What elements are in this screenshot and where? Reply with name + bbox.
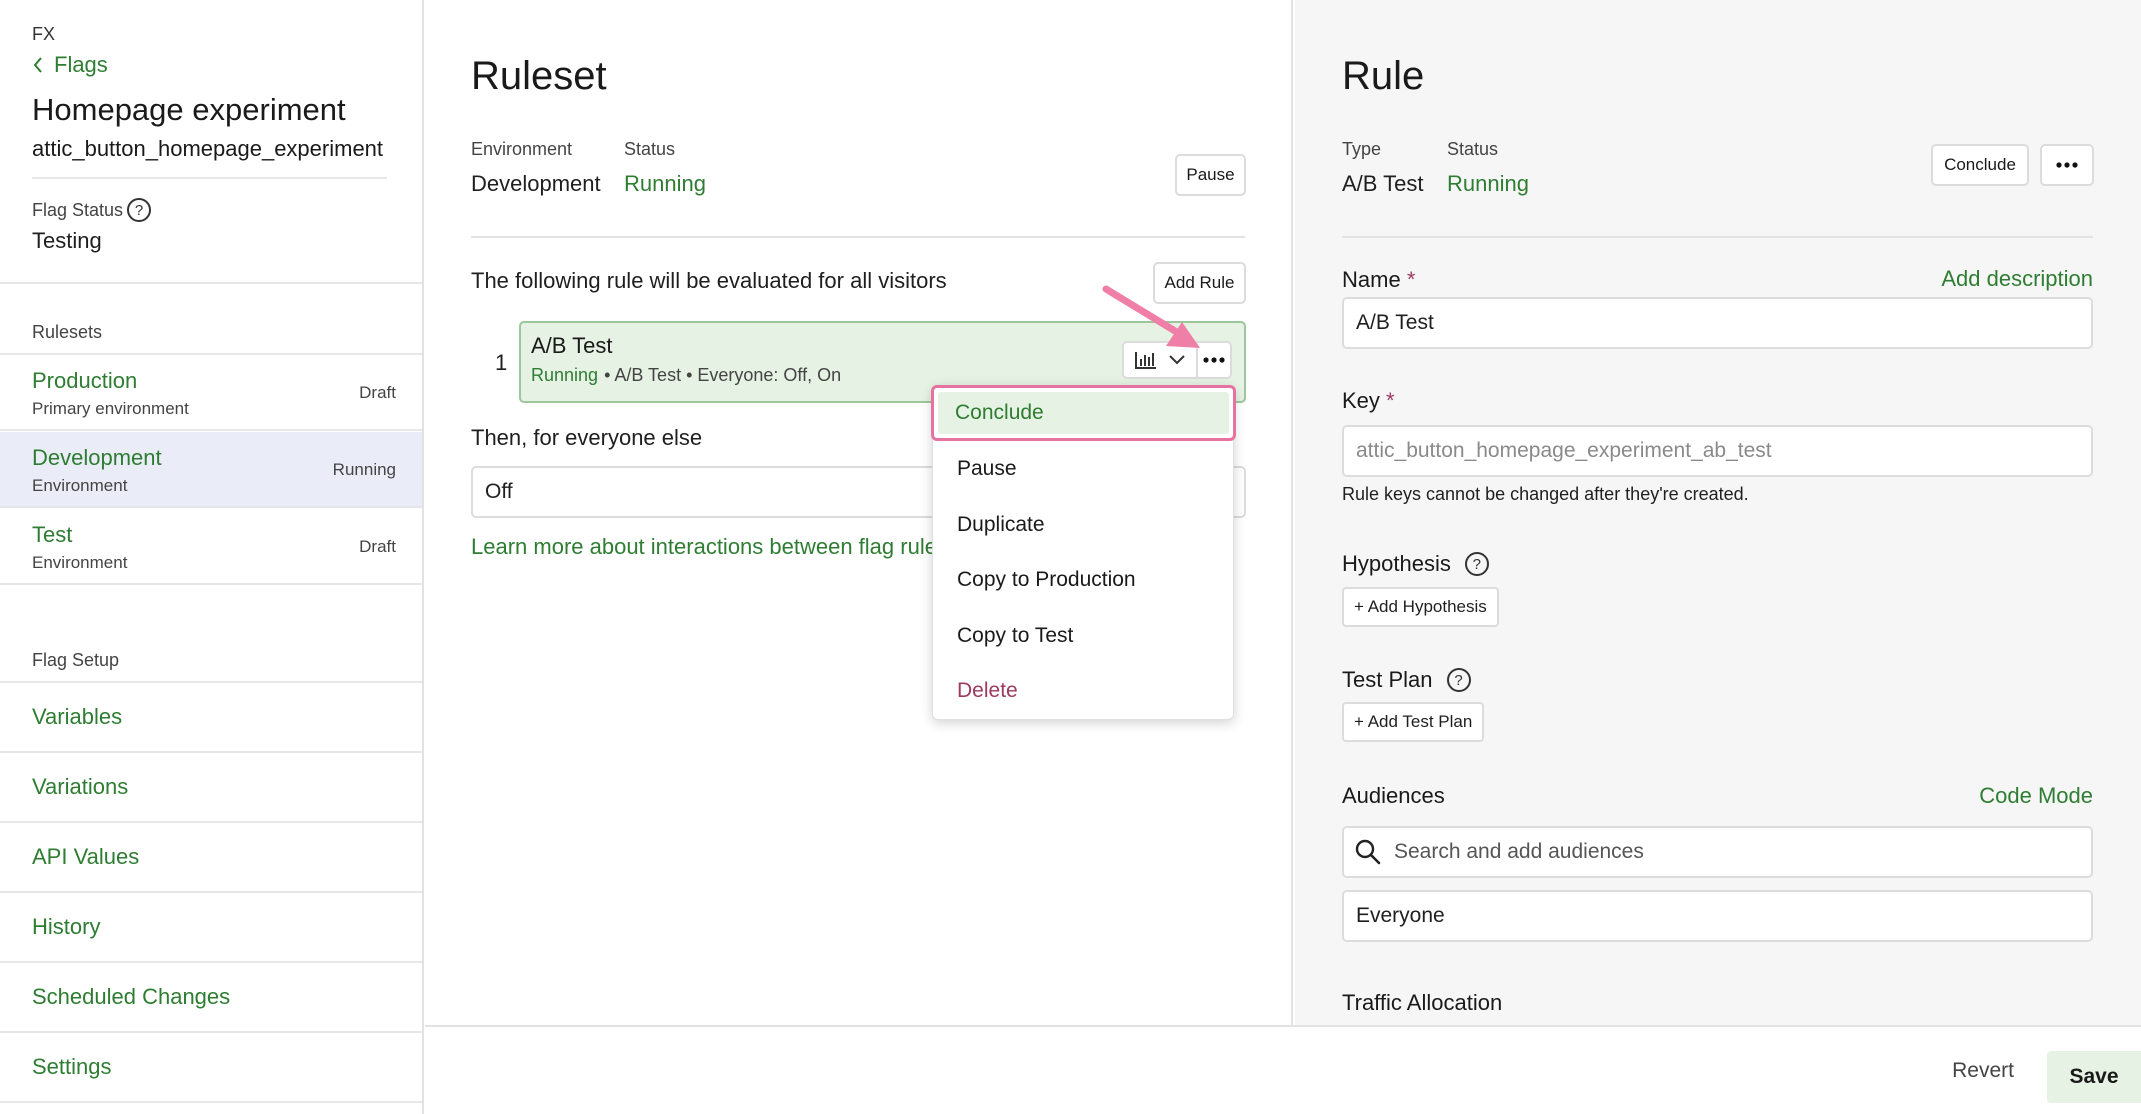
flag-status-label-text: Flag Status <box>32 199 124 220</box>
help-icon[interactable]: ? <box>127 198 152 222</box>
ruleset-status: Running <box>332 460 396 479</box>
test-plan-label: Test Plan ? <box>1342 667 1471 693</box>
status-label: Status <box>624 139 676 159</box>
back-label: Flags <box>54 52 108 77</box>
menu-item-conclude[interactable]: Conclude <box>931 385 1236 441</box>
help-icon[interactable]: ? <box>1464 552 1489 576</box>
hypothesis-label: Hypothesis ? <box>1342 551 1489 577</box>
environment-label: Environment <box>471 139 573 159</box>
ruleset-status: Draft <box>359 537 396 556</box>
ruleset-item-development[interactable]: Development Environment Running <box>0 432 422 508</box>
setup-item-api-values[interactable]: API Values <box>0 823 422 893</box>
ruleset-subtitle: Environment <box>32 553 128 572</box>
annotation-arrow-icon <box>1102 285 1200 348</box>
key-label: Key * <box>1342 388 1395 414</box>
more-options-button[interactable] <box>2040 144 2094 186</box>
menu-item-delete[interactable]: Delete <box>933 665 1235 717</box>
pause-ruleset-button[interactable]: Pause <box>1175 154 1246 196</box>
chevron-left-icon <box>33 57 42 73</box>
required-marker: * <box>1386 388 1395 413</box>
menu-item-duplicate[interactable]: Duplicate <box>933 499 1235 551</box>
audience-everyone[interactable]: Everyone <box>1342 890 2093 942</box>
flag-key: attic_button_homepage_experiment <box>32 136 384 161</box>
rule-index: 1 <box>495 350 508 375</box>
ruleset-subtitle: Environment <box>32 476 128 495</box>
flag-status-label: Flag Status ? <box>32 198 152 222</box>
flag-title: Homepage experiment <box>32 92 346 127</box>
help-icon[interactable]: ? <box>1446 668 1471 692</box>
status-value: Running <box>624 171 706 196</box>
divider <box>1342 236 2093 238</box>
menu-item-pause[interactable]: Pause <box>933 443 1235 495</box>
learn-more-link[interactable]: Learn more about interactions between fl… <box>471 534 948 560</box>
key-label-text: Key <box>1342 388 1380 413</box>
hypothesis-label-text: Hypothesis <box>1342 551 1451 576</box>
setup-item-variations[interactable]: Variations <box>0 753 422 823</box>
key-input[interactable]: attic_button_homepage_experiment_ab_test <box>1342 425 2093 477</box>
type-label: Type <box>1342 139 1382 159</box>
conclude-button[interactable]: Conclude <box>1931 144 2029 186</box>
audience-search-placeholder: Search and add audiences <box>1394 840 1644 863</box>
divider <box>471 236 1245 238</box>
setup-item-history[interactable]: History <box>0 893 422 963</box>
rule-details: • A/B Test • Everyone: Off, On <box>604 365 842 385</box>
ruleset-name: Production <box>32 368 138 393</box>
rulesets-heading: Rulesets <box>32 322 103 342</box>
test-plan-label-text: Test Plan <box>1342 667 1433 692</box>
name-label: Name * <box>1342 267 1415 293</box>
status-label: Status <box>1447 139 1499 159</box>
back-to-flags-link[interactable]: Flags <box>32 52 108 78</box>
rule-detail-panel: Rule Type A/B Test Status Running Conclu… <box>1295 0 2141 1025</box>
add-description-link[interactable]: Add description <box>1941 266 2093 292</box>
ellipsis-icon <box>2056 162 2078 168</box>
flag-status-value: Testing <box>32 228 102 253</box>
key-hint: Rule keys cannot be changed after they'r… <box>1342 484 1749 504</box>
search-icon <box>1355 839 1381 865</box>
ruleset-item-production[interactable]: Production Primary environment Draft <box>0 355 422 431</box>
ruleset-name: Development <box>32 445 162 470</box>
audiences-label: Audiences <box>1342 783 1445 808</box>
rule-status: Running <box>531 365 599 385</box>
rule-name: A/B Test <box>531 333 613 358</box>
traffic-allocation-label: Traffic Allocation <box>1342 990 1503 1015</box>
footer-bar: Revert Save <box>425 1025 2141 1114</box>
fallback-label: Then, for everyone else <box>471 425 703 450</box>
add-test-plan-button[interactable]: + Add Test Plan <box>1342 702 1485 742</box>
name-label-text: Name <box>1342 267 1401 292</box>
project-name: FX <box>32 24 56 44</box>
required-marker: * <box>1406 267 1416 292</box>
rule-options-menu: Conclude Pause Duplicate Copy to Product… <box>931 385 1236 720</box>
rule-summary: Running • A/B Test • Everyone: Off, On <box>531 365 841 386</box>
setup-item-variables[interactable]: Variables <box>0 683 422 753</box>
ruleset-title: Ruleset <box>471 54 607 98</box>
code-mode-link[interactable]: Code Mode <box>1979 783 2093 809</box>
menu-item-copy-to-production[interactable]: Copy to Production <box>933 554 1235 606</box>
rule-panel-title: Rule <box>1342 54 1425 98</box>
audience-search-input[interactable]: Search and add audiences <box>1342 826 2093 878</box>
revert-button[interactable]: Revert <box>1952 1059 2014 1083</box>
rule-intro-text: The following rule will be evaluated for… <box>471 268 947 293</box>
save-button[interactable]: Save <box>2047 1051 2141 1103</box>
divider <box>32 177 387 179</box>
ruleset-status: Draft <box>359 383 396 402</box>
menu-item-copy-to-test[interactable]: Copy to Test <box>933 610 1235 662</box>
name-input[interactable]: A/B Test <box>1342 297 2093 349</box>
environment-value: Development <box>471 171 601 196</box>
type-value: A/B Test <box>1342 171 1424 196</box>
ruleset-subtitle: Primary environment <box>32 399 189 418</box>
sidebar: FX Flags Homepage experiment attic_butto… <box>0 0 424 1114</box>
flag-setup-heading: Flag Setup <box>32 650 120 670</box>
divider <box>0 282 422 284</box>
status-value: Running <box>1447 171 1529 196</box>
menu-item-label: Conclude <box>938 392 1229 434</box>
setup-item-settings[interactable]: Settings <box>0 1033 422 1103</box>
ruleset-item-test[interactable]: Test Environment Draft <box>0 509 422 585</box>
ruleset-name: Test <box>32 522 73 547</box>
setup-item-scheduled-changes[interactable]: Scheduled Changes <box>0 963 422 1033</box>
add-hypothesis-button[interactable]: + Add Hypothesis <box>1342 587 1499 627</box>
